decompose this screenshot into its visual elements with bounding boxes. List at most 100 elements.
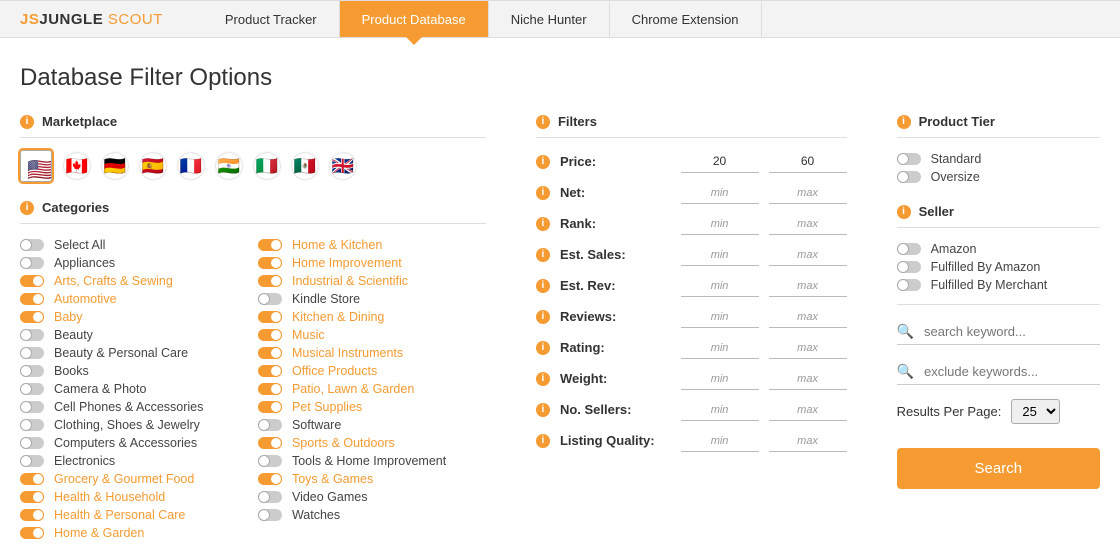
category-label[interactable]: Cell Phones & Accessories — [54, 400, 203, 414]
option-toggle[interactable] — [897, 261, 921, 273]
filter-min-input[interactable] — [681, 336, 759, 359]
category-toggle[interactable] — [20, 293, 44, 305]
option-toggle[interactable] — [897, 243, 921, 255]
category-toggle[interactable] — [20, 455, 44, 467]
option-toggle[interactable] — [897, 171, 921, 183]
filter-max-input[interactable] — [769, 398, 847, 421]
category-toggle[interactable] — [20, 437, 44, 449]
nav-item-product-database[interactable]: Product Database — [340, 1, 489, 37]
category-label[interactable]: Video Games — [292, 490, 368, 504]
option-toggle[interactable] — [897, 279, 921, 291]
filter-max-input[interactable] — [769, 181, 847, 204]
option-toggle[interactable] — [897, 153, 921, 165]
category-toggle[interactable] — [20, 275, 44, 287]
nav-item-chrome-extension[interactable]: Chrome Extension — [610, 1, 762, 37]
category-toggle[interactable] — [20, 491, 44, 503]
category-label[interactable]: Kindle Store — [292, 292, 360, 306]
category-toggle[interactable] — [258, 365, 282, 377]
category-toggle[interactable] — [258, 509, 282, 521]
marketplace-flag[interactable]: 🇬🇧 — [330, 153, 356, 179]
filter-min-input[interactable] — [681, 398, 759, 421]
filter-min-input[interactable] — [681, 367, 759, 390]
category-label[interactable]: Patio, Lawn & Garden — [292, 382, 414, 396]
category-toggle[interactable] — [20, 329, 44, 341]
category-toggle[interactable] — [258, 473, 282, 485]
category-label[interactable]: Sports & Outdoors — [292, 436, 395, 450]
marketplace-flag[interactable]: 🇪🇸 — [140, 153, 166, 179]
category-toggle[interactable] — [258, 293, 282, 305]
category-toggle[interactable] — [258, 383, 282, 395]
category-toggle[interactable] — [20, 365, 44, 377]
category-toggle[interactable] — [258, 257, 282, 269]
category-label[interactable]: Toys & Games — [292, 472, 373, 486]
category-label[interactable]: Industrial & Scientific — [292, 274, 408, 288]
category-toggle[interactable] — [20, 419, 44, 431]
category-label[interactable]: Computers & Accessories — [54, 436, 197, 450]
category-label[interactable]: Kitchen & Dining — [292, 310, 384, 324]
category-label[interactable]: Health & Personal Care — [54, 508, 185, 522]
exclude-keyword-input[interactable] — [924, 364, 1100, 379]
category-label[interactable]: Clothing, Shoes & Jewelry — [54, 418, 200, 432]
filter-min-input[interactable] — [681, 212, 759, 235]
category-label[interactable]: Arts, Crafts & Sewing — [54, 274, 173, 288]
category-toggle[interactable] — [20, 509, 44, 521]
filter-max-input[interactable] — [769, 274, 847, 297]
filter-min-input[interactable] — [681, 429, 759, 452]
category-label[interactable]: Books — [54, 364, 89, 378]
category-label[interactable]: Home & Kitchen — [292, 238, 382, 252]
category-toggle[interactable] — [258, 419, 282, 431]
nav-item-product-tracker[interactable]: Product Tracker — [203, 1, 340, 37]
category-toggle[interactable] — [20, 383, 44, 395]
category-label[interactable]: Office Products — [292, 364, 377, 378]
category-label[interactable]: Tools & Home Improvement — [292, 454, 446, 468]
category-label[interactable]: Software — [292, 418, 341, 432]
filter-min-input[interactable] — [681, 181, 759, 204]
search-button[interactable]: Search — [897, 448, 1100, 489]
filter-min-input[interactable] — [681, 243, 759, 266]
category-toggle[interactable] — [20, 401, 44, 413]
category-toggle[interactable] — [20, 473, 44, 485]
category-toggle[interactable] — [258, 437, 282, 449]
marketplace-flag[interactable]: 🇺🇸 — [20, 150, 52, 182]
category-toggle[interactable] — [258, 311, 282, 323]
search-keyword-input[interactable] — [924, 324, 1100, 339]
category-toggle[interactable] — [20, 239, 44, 251]
category-toggle[interactable] — [258, 329, 282, 341]
category-toggle[interactable] — [20, 311, 44, 323]
category-label[interactable]: Baby — [54, 310, 83, 324]
category-label[interactable]: Grocery & Gourmet Food — [54, 472, 194, 486]
category-label[interactable]: Beauty — [54, 328, 93, 342]
category-label[interactable]: Beauty & Personal Care — [54, 346, 188, 360]
category-label[interactable]: Automotive — [54, 292, 117, 306]
category-toggle[interactable] — [20, 527, 44, 539]
category-label[interactable]: Health & Household — [54, 490, 165, 504]
category-label[interactable]: Electronics — [54, 454, 115, 468]
category-label[interactable]: Home Improvement — [292, 256, 402, 270]
marketplace-flag[interactable]: 🇨🇦 — [64, 153, 90, 179]
filter-min-input[interactable] — [681, 274, 759, 297]
category-label[interactable]: Pet Supplies — [292, 400, 362, 414]
category-toggle[interactable] — [258, 347, 282, 359]
filter-max-input[interactable] — [769, 212, 847, 235]
marketplace-flag[interactable]: 🇲🇽 — [292, 153, 318, 179]
filter-max-input[interactable] — [769, 305, 847, 328]
category-label[interactable]: Musical Instruments — [292, 346, 403, 360]
filter-max-input[interactable] — [769, 429, 847, 452]
category-toggle[interactable] — [20, 257, 44, 269]
marketplace-flag[interactable]: 🇮🇳 — [216, 153, 242, 179]
category-toggle[interactable] — [258, 401, 282, 413]
marketplace-flag[interactable]: 🇩🇪 — [102, 153, 128, 179]
filter-min-input[interactable] — [681, 305, 759, 328]
marketplace-flag[interactable]: 🇫🇷 — [178, 153, 204, 179]
category-toggle[interactable] — [258, 455, 282, 467]
category-label[interactable]: Music — [292, 328, 325, 342]
category-label[interactable]: Select All — [54, 238, 105, 252]
nav-item-niche-hunter[interactable]: Niche Hunter — [489, 1, 610, 37]
category-label[interactable]: Home & Garden — [54, 526, 144, 540]
marketplace-flag[interactable]: 🇮🇹 — [254, 153, 280, 179]
category-label[interactable]: Camera & Photo — [54, 382, 146, 396]
filter-max-input[interactable] — [769, 150, 847, 173]
category-label[interactable]: Watches — [292, 508, 340, 522]
filter-max-input[interactable] — [769, 243, 847, 266]
filter-min-input[interactable] — [681, 150, 759, 173]
